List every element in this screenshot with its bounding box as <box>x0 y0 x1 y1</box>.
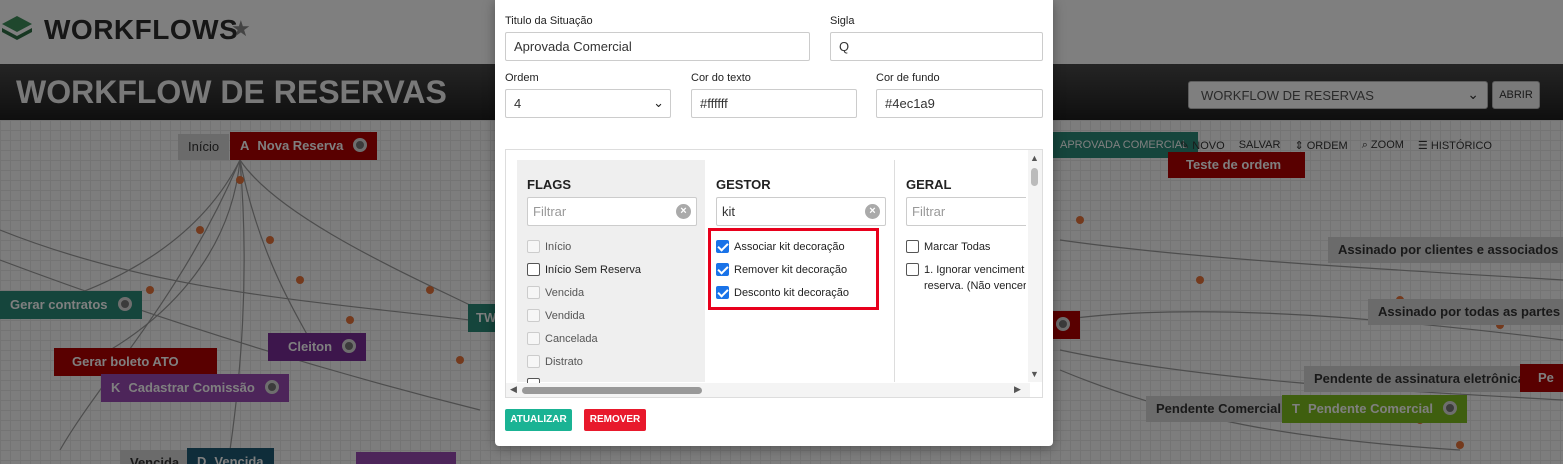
geral-title: GERAL <box>906 177 952 192</box>
checkbox[interactable] <box>527 263 540 276</box>
geral-label: Marcar Todas <box>924 240 991 253</box>
cor-texto-input[interactable]: #ffffff <box>691 89 857 118</box>
checkbox[interactable] <box>906 263 919 276</box>
geral-ignorar-vencimento[interactable]: 1. Ignorar venciment <box>906 263 1024 276</box>
flag-label: Início <box>545 240 572 253</box>
scroll-right-icon[interactable]: ▶ <box>1014 384 1021 395</box>
flag-label: Distrato <box>545 355 583 368</box>
flags-filter-input[interactable]: Filtrar × <box>527 197 697 226</box>
flag-label: Cancelada <box>545 332 598 345</box>
geral-column: GERAL Filtrar Marcar Todas 1. Ignorar ve… <box>896 160 1026 382</box>
flag-cancelada[interactable]: Cancelada <box>527 332 598 345</box>
checkbox[interactable] <box>906 240 919 253</box>
gestor-title: GESTOR <box>716 177 771 192</box>
flag-label: Vendida <box>545 309 585 322</box>
flag-inicio-sem-reserva[interactable]: Início Sem Reserva <box>527 263 641 276</box>
geral-marcar-todas[interactable]: Marcar Todas <box>906 240 990 253</box>
scroll-up-icon[interactable]: ▲ <box>1030 153 1039 163</box>
horizontal-scrollbar[interactable]: ◀ ▶ <box>506 383 1030 397</box>
ordem-label: Ordem <box>505 72 539 84</box>
flag-label: Início Sem Reserva <box>545 263 641 276</box>
flag-label: Vencida <box>545 286 585 299</box>
vertical-scrollbar[interactable]: ▲ ▼ <box>1028 150 1042 382</box>
gestor-filter-input[interactable]: kit × <box>716 197 886 226</box>
cor-texto-label: Cor do texto <box>691 72 751 84</box>
flag-distrato[interactable]: Distrato <box>527 355 583 368</box>
edit-status-modal: Titulo da Situação Aprovada Comercial Si… <box>495 0 1053 446</box>
flags-column: FLAGS Filtrar × Início Início Sem Reserv… <box>517 160 705 391</box>
clear-icon[interactable]: × <box>676 204 691 219</box>
checkbox[interactable] <box>527 332 540 345</box>
geral-filter-input[interactable]: Filtrar <box>906 197 1026 226</box>
update-button[interactable]: ATUALIZAR <box>505 409 572 431</box>
geral-label: 1. Ignorar venciment <box>924 263 1025 276</box>
remove-button[interactable]: REMOVER <box>584 409 646 431</box>
sigla-input[interactable]: Q <box>830 32 1043 61</box>
scroll-thumb[interactable] <box>1031 168 1038 186</box>
highlight-annotation <box>708 228 879 310</box>
flags-filter-placeholder: Filtrar <box>533 204 567 219</box>
ordem-select[interactable]: 4 ⌄ <box>505 89 671 118</box>
chevron-down-icon: ⌄ <box>653 95 664 110</box>
flag-vendida[interactable]: Vendida <box>527 309 585 322</box>
flag-vencida[interactable]: Vencida <box>527 286 584 299</box>
checkbox[interactable] <box>527 355 540 368</box>
scroll-left-icon[interactable]: ◀ <box>510 384 517 395</box>
flags-title: FLAGS <box>527 177 572 192</box>
flag-inicio[interactable]: Início <box>527 240 571 253</box>
checkbox[interactable] <box>527 286 540 299</box>
checkbox[interactable] <box>527 309 540 322</box>
checkbox[interactable] <box>527 240 540 253</box>
geral-ignorar-vencimento-cont: reserva. (Não vencer <box>924 280 1026 292</box>
geral-filter-placeholder: Filtrar <box>912 204 946 219</box>
gestor-filter-value: kit <box>722 204 735 219</box>
geral-label: reserva. (Não vencer <box>924 280 1026 292</box>
titulo-label: Titulo da Situação <box>505 15 593 27</box>
titulo-input[interactable]: Aprovada Comercial <box>505 32 810 61</box>
cor-fundo-input[interactable]: #4ec1a9 <box>876 89 1043 118</box>
clear-icon[interactable]: × <box>865 204 880 219</box>
ordem-select-value: 4 <box>514 96 522 111</box>
scroll-thumb[interactable] <box>522 387 702 394</box>
cor-fundo-label: Cor de fundo <box>876 72 940 84</box>
scroll-down-icon[interactable]: ▼ <box>1030 369 1039 379</box>
sigla-label: Sigla <box>830 15 855 27</box>
